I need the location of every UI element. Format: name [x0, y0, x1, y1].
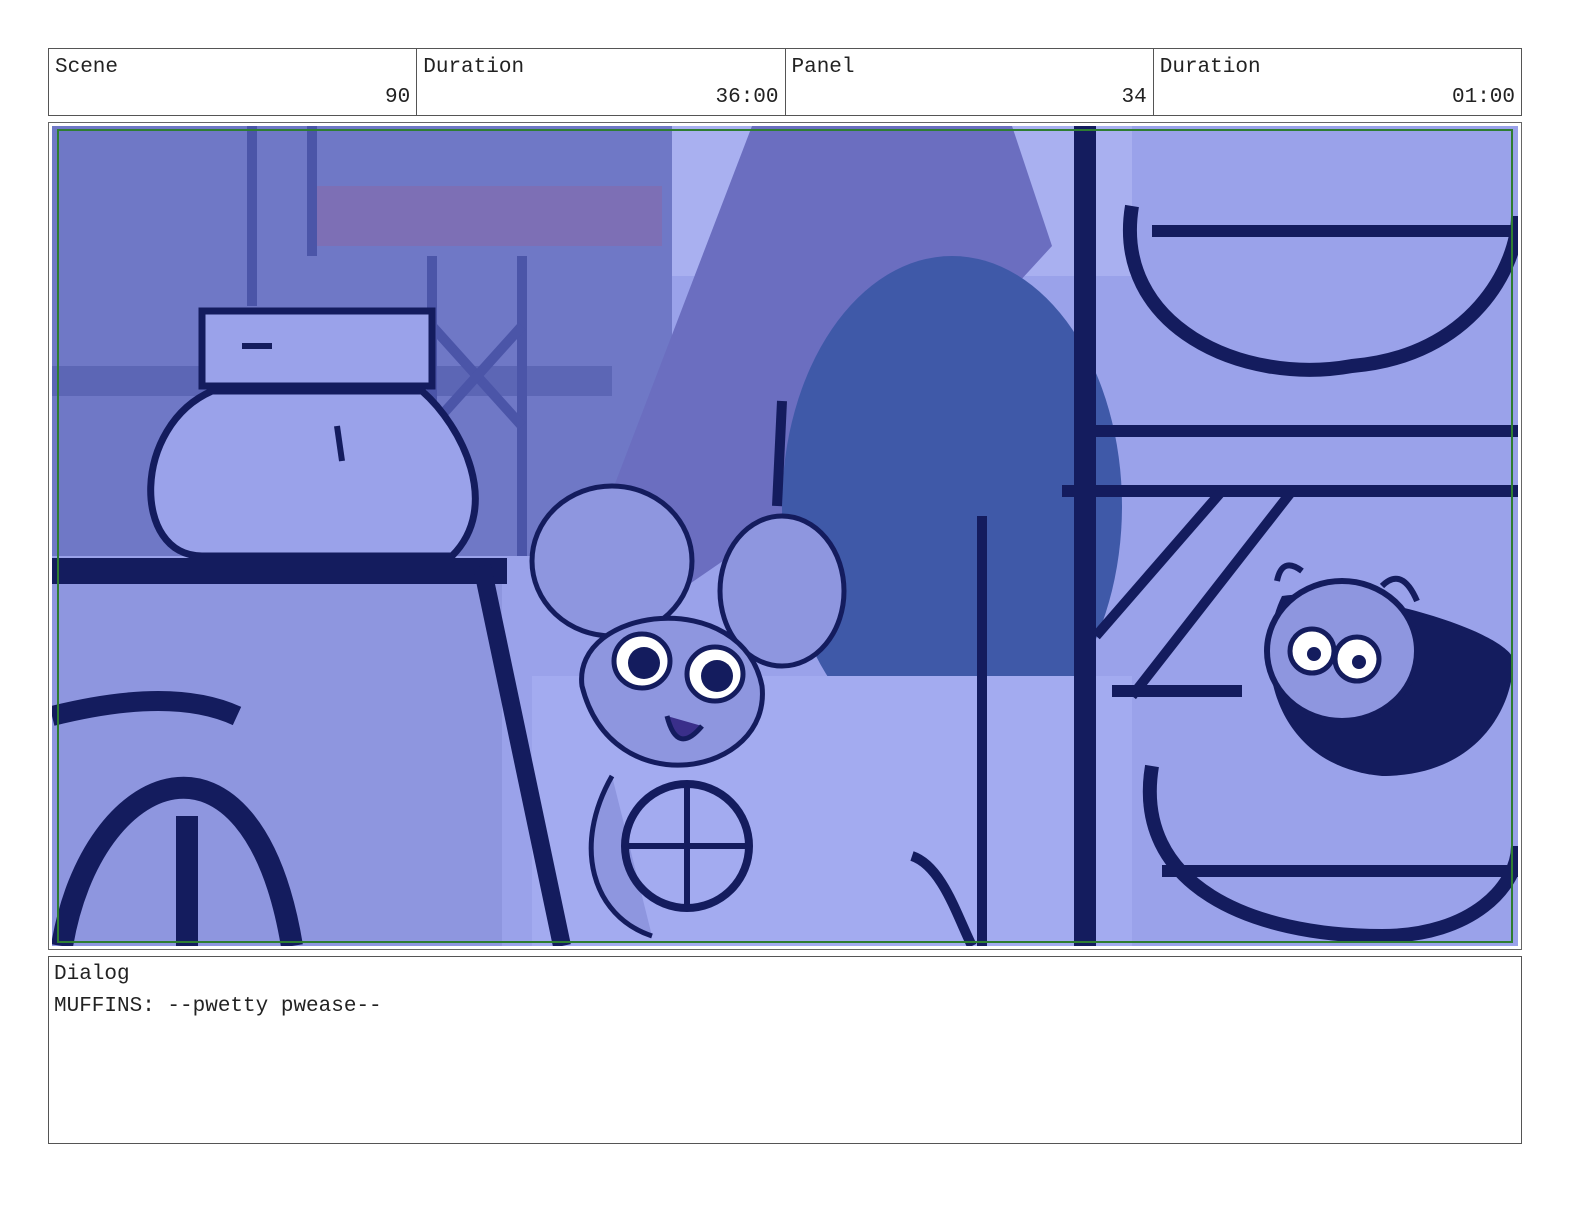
scene-label: Scene: [55, 56, 119, 79]
dialog-text: MUFFINS: --pwetty pwease--: [54, 995, 382, 1018]
panel-cell: Panel 34: [786, 49, 1154, 115]
scene-cell: Scene 90: [49, 49, 418, 115]
scene-duration-cell: Duration 36:00: [417, 49, 786, 115]
dialog-box: Dialog MUFFINS: --pwetty pwease--: [48, 956, 1522, 1144]
dialog-label: Dialog: [54, 963, 130, 986]
panel-header: Scene 90 Duration 36:00 Panel 34 Duratio…: [48, 48, 1522, 116]
scene-duration-label: Duration: [423, 56, 525, 79]
panel-duration-cell: Duration 01:00: [1154, 49, 1521, 115]
scene-duration-value: 36:00: [715, 86, 779, 109]
panel-duration-value: 01:00: [1451, 86, 1515, 109]
panel-duration-label: Duration: [1159, 56, 1261, 79]
storyboard-drawing: [52, 126, 1518, 946]
storyboard-frame: [48, 122, 1522, 950]
scene-number: 90: [385, 86, 411, 109]
counter-block: [52, 558, 571, 946]
balcony-beam: [312, 186, 662, 246]
panel-number: 34: [1121, 86, 1147, 109]
flour-sack: [147, 307, 479, 560]
panel-label: Panel: [791, 56, 855, 79]
